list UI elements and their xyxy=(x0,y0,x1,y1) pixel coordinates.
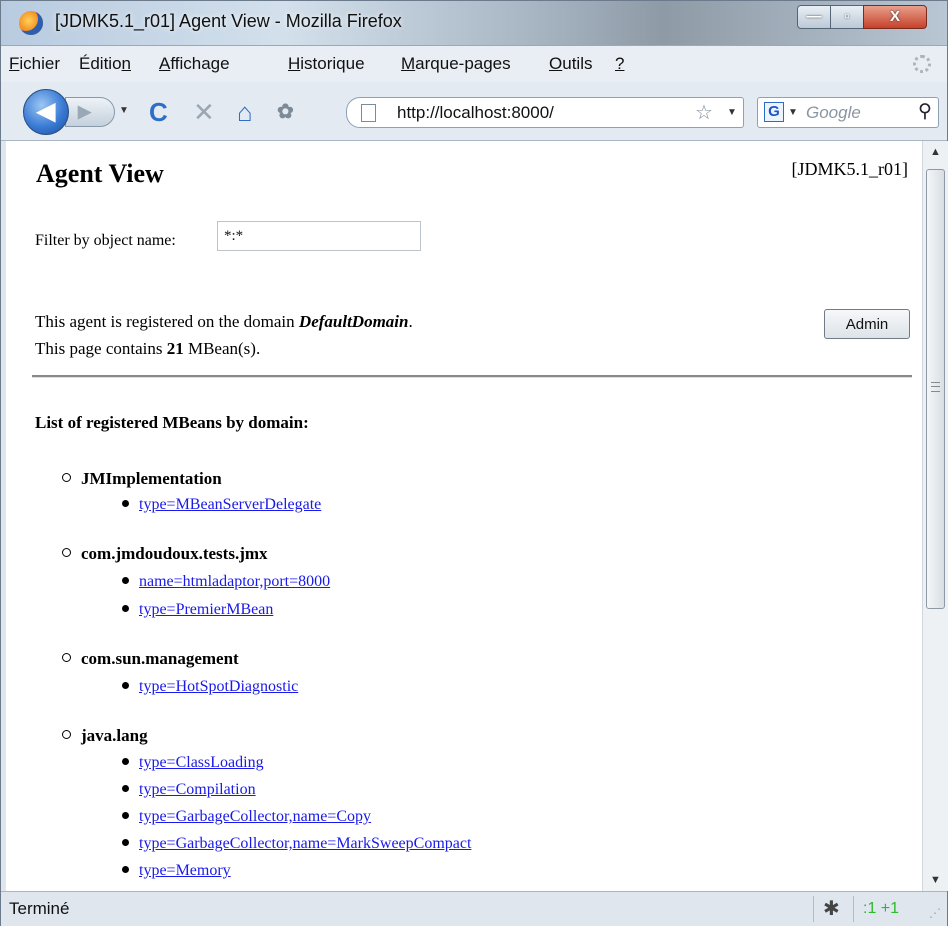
mbean-link[interactable]: name=htmladaptor,port=8000 xyxy=(139,573,330,590)
mbean-link[interactable]: type=MBeanServerDelegate xyxy=(139,496,321,513)
domain-item: com.jmdoudoux.tests.jmx xyxy=(62,544,268,564)
history-dropdown-icon[interactable]: ▼ xyxy=(119,105,129,116)
status-separator xyxy=(813,896,814,922)
url-text[interactable]: http://localhost:8000/ xyxy=(397,103,554,123)
bookmark-star-icon[interactable]: ☆ xyxy=(695,100,713,125)
reload-icon[interactable]: C xyxy=(149,97,168,127)
mbean-item: name=htmladaptor,port=8000 xyxy=(122,573,330,591)
status-text: Terminé xyxy=(9,899,70,918)
maximize-icon: ▫ xyxy=(844,8,850,25)
mbean-item: type=Compilation xyxy=(122,781,256,799)
throbber-icon xyxy=(913,55,931,73)
menu-fichier[interactable]: Fichier xyxy=(9,54,60,74)
circle-bullet-icon xyxy=(62,473,71,482)
menu-outils[interactable]: Outils xyxy=(549,54,592,74)
menu-marque-pages[interactable]: Marque-pages xyxy=(401,54,511,74)
mbean-item: type=ClassLoading xyxy=(122,754,264,772)
browser-window: [JDMK5.1_r01] Agent View - Mozilla Firef… xyxy=(0,0,948,926)
page-icon xyxy=(361,104,376,122)
plugin-icon[interactable]: ✿ xyxy=(277,97,294,127)
bullet-icon xyxy=(122,785,129,792)
menu-affichage[interactable]: Affichage xyxy=(159,54,230,74)
search-icon[interactable]: ⚲ xyxy=(918,100,932,123)
firefox-icon xyxy=(19,11,43,35)
page-content: Agent View [JDMK5.1_r01] Filter by objec… xyxy=(6,141,922,891)
minimize-button[interactable]: — xyxy=(797,5,831,29)
mbean-link[interactable]: type=GarbageCollector,name=MarkSweepComp… xyxy=(139,835,471,852)
domain-info: This agent is registered on the domain D… xyxy=(35,312,413,331)
mbean-link[interactable]: type=Compilation xyxy=(139,781,256,798)
domain-item: com.sun.management xyxy=(62,649,239,669)
page-title: Agent View xyxy=(36,159,164,188)
circle-bullet-icon xyxy=(62,730,71,739)
menu-help[interactable]: ? xyxy=(615,54,624,74)
status-bar: Terminé ✱ :1 +1 ⋰ xyxy=(1,891,947,926)
mbean-item: type=HotSpotDiagnostic xyxy=(122,678,298,696)
scroll-up-icon[interactable]: ▲ xyxy=(923,141,948,163)
mbean-link[interactable]: type=ClassLoading xyxy=(139,754,264,771)
domain-item: java.lang xyxy=(62,726,148,746)
grip-icon xyxy=(931,382,940,392)
bullet-icon xyxy=(122,500,129,507)
back-arrow-icon: ◀ xyxy=(36,98,56,125)
resize-grip-icon[interactable]: ⋰ xyxy=(929,906,941,920)
mbean-item: type=Memory xyxy=(122,862,231,880)
mbean-link[interactable]: type=Memory xyxy=(139,862,231,879)
mbean-item: type=PremierMBean xyxy=(122,601,273,619)
url-bar[interactable]: http://localhost:8000/ ☆ ▼ xyxy=(346,97,744,128)
domain-item: JMImplementation xyxy=(62,469,222,489)
forward-button[interactable]: ▶ xyxy=(65,97,115,127)
bullet-icon xyxy=(122,839,129,846)
menu-edition[interactable]: Édition xyxy=(79,54,131,74)
list-heading: List of registered MBeans by domain: xyxy=(35,413,309,432)
scroll-down-icon[interactable]: ▼ xyxy=(923,869,948,891)
mbean-link[interactable]: type=PremierMBean xyxy=(139,601,273,618)
filter-label: Filter by object name: xyxy=(35,232,176,249)
menu-historique[interactable]: Historique xyxy=(288,54,365,74)
window-title: [JDMK5.1_r01] Agent View - Mozilla Firef… xyxy=(55,11,402,31)
minimize-icon: — xyxy=(806,8,822,25)
bug-icon[interactable]: ✱ xyxy=(823,896,840,921)
search-input[interactable]: Google xyxy=(806,103,861,123)
bullet-icon xyxy=(122,812,129,819)
version-label: [JDMK5.1_r01] xyxy=(791,159,909,179)
back-button[interactable]: ◀ xyxy=(23,89,69,135)
admin-button[interactable]: Admin xyxy=(824,309,910,339)
domain-name: DefaultDomain xyxy=(298,312,409,331)
mbean-link[interactable]: type=HotSpotDiagnostic xyxy=(139,678,298,695)
mbean-item: type=GarbageCollector,name=Copy xyxy=(122,808,371,826)
filter-input[interactable] xyxy=(217,221,421,251)
mbean-item: type=MBeanServerDelegate xyxy=(122,496,321,514)
title-bar: [JDMK5.1_r01] Agent View - Mozilla Firef… xyxy=(1,1,947,46)
google-icon[interactable]: G xyxy=(764,102,784,122)
vertical-scrollbar[interactable]: ▲ ▼ xyxy=(922,141,948,891)
close-icon: X xyxy=(889,8,900,25)
status-counter: :1 +1 xyxy=(863,900,900,917)
home-icon[interactable]: ⌂ xyxy=(237,97,253,127)
status-separator xyxy=(853,896,854,922)
bullet-icon xyxy=(122,866,129,873)
menu-bar: Fichier Édition Affichage Historique Mar… xyxy=(1,46,947,82)
mbean-item: type=GarbageCollector,name=MarkSweepComp… xyxy=(122,835,471,853)
bullet-icon xyxy=(122,577,129,584)
mbean-link[interactable]: type=GarbageCollector,name=Copy xyxy=(139,808,371,825)
forward-arrow-icon: ▶ xyxy=(78,102,92,121)
search-bar[interactable]: G ▼ Google ⚲ xyxy=(757,97,939,128)
search-engine-dropdown-icon[interactable]: ▼ xyxy=(788,107,798,118)
bullet-icon xyxy=(122,758,129,765)
bullet-icon xyxy=(122,605,129,612)
divider xyxy=(32,375,912,378)
mbean-count-info: This page contains 21 MBean(s). xyxy=(35,339,261,358)
scrollbar-thumb[interactable] xyxy=(926,169,945,609)
close-button[interactable]: X xyxy=(863,5,927,29)
stop-icon[interactable]: ✕ xyxy=(193,97,215,127)
url-dropdown-icon[interactable]: ▼ xyxy=(727,107,737,118)
bullet-icon xyxy=(122,682,129,689)
circle-bullet-icon xyxy=(62,653,71,662)
mbean-count: 21 xyxy=(166,339,184,358)
maximize-button[interactable]: ▫ xyxy=(830,5,864,29)
circle-bullet-icon xyxy=(62,548,71,557)
